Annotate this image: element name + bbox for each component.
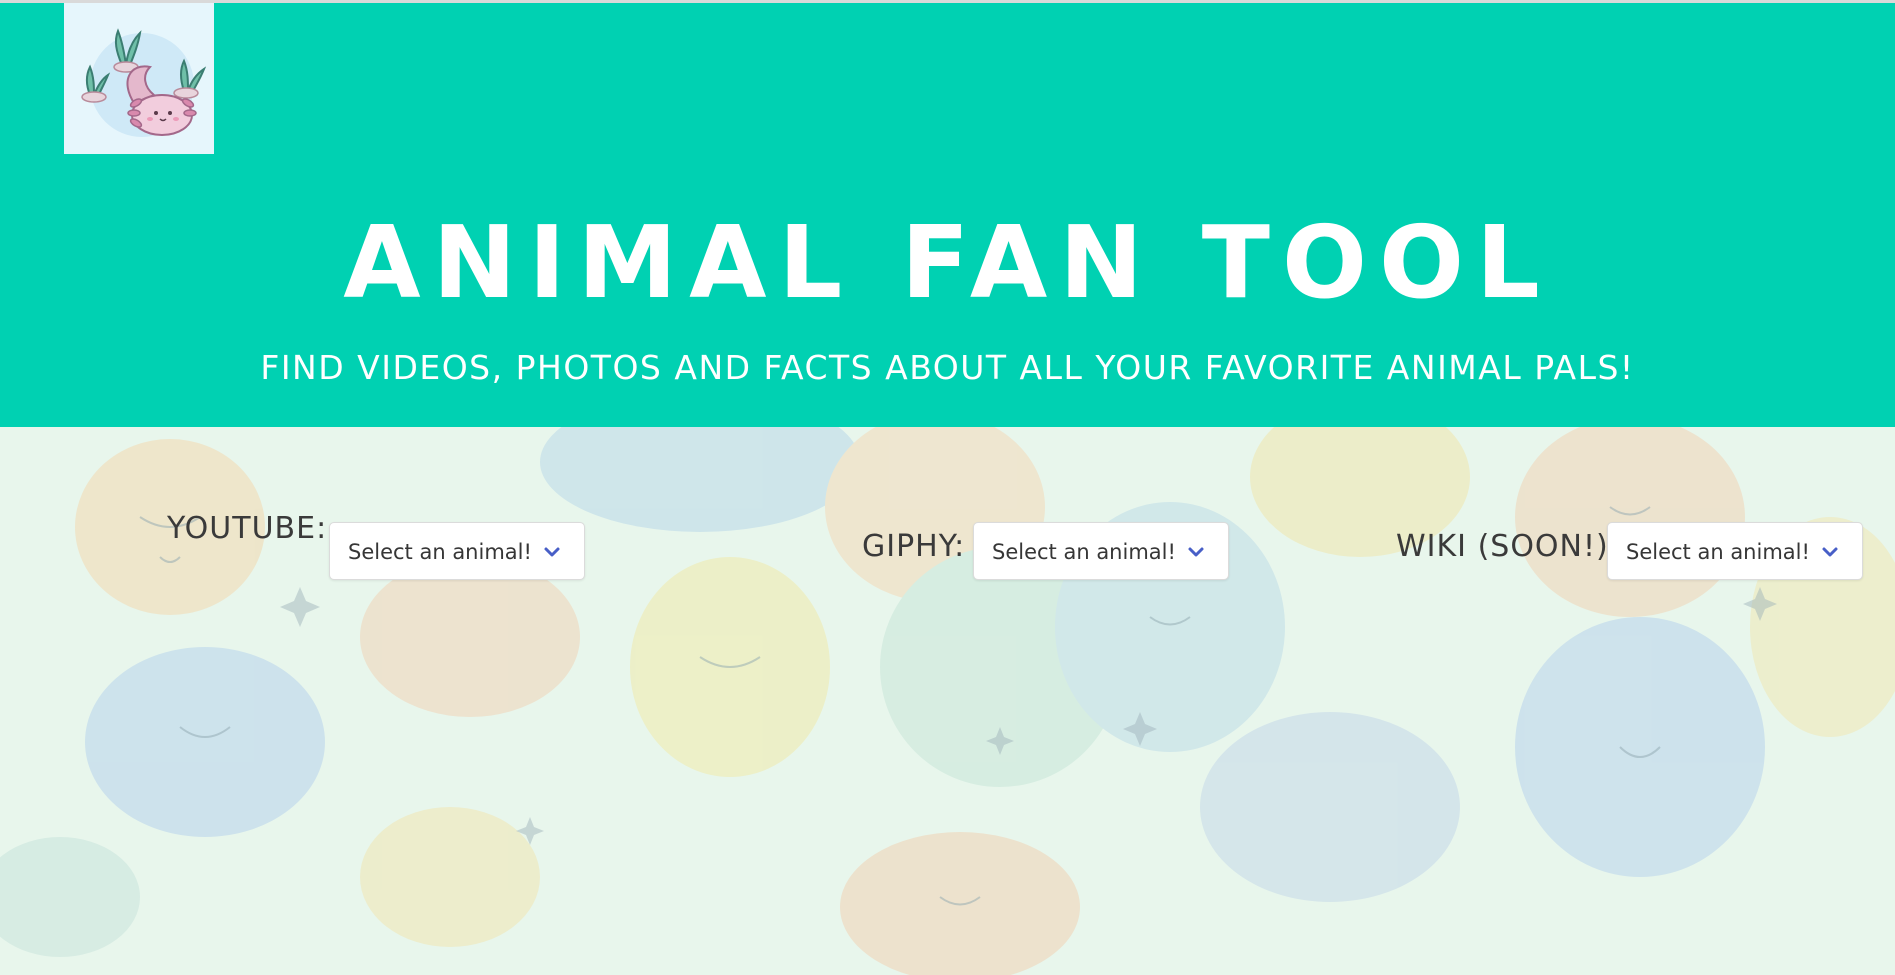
youtube-label: YOUTUBE: (167, 511, 328, 546)
chevron-down-icon (1188, 547, 1204, 557)
main-content: YOUTUBE: Select an animal! GIPHY: Select… (0, 427, 1895, 975)
wiki-animal-select[interactable]: Select an animal! (1607, 522, 1863, 580)
axolotl-logo-icon (64, 3, 214, 154)
youtube-animal-select[interactable]: Select an animal! (329, 522, 585, 580)
giphy-animal-select[interactable]: Select an animal! (973, 522, 1229, 580)
wiki-select-value: Select an animal! (1626, 540, 1810, 564)
page-title: ANIMAL FAN TOOL (343, 204, 1552, 321)
hero-banner: ANIMAL FAN TOOL FIND VIDEOS, PHOTOS AND … (0, 3, 1895, 427)
chevron-down-icon (544, 547, 560, 557)
wiki-label: WIKI (SOON!): (1396, 529, 1620, 564)
giphy-label: GIPHY: (862, 529, 966, 564)
giphy-select-value: Select an animal! (992, 540, 1176, 564)
youtube-select-value: Select an animal! (348, 540, 532, 564)
page-subtitle: FIND VIDEOS, PHOTOS AND FACTS ABOUT ALL … (260, 348, 1635, 387)
chevron-down-icon (1822, 547, 1838, 557)
